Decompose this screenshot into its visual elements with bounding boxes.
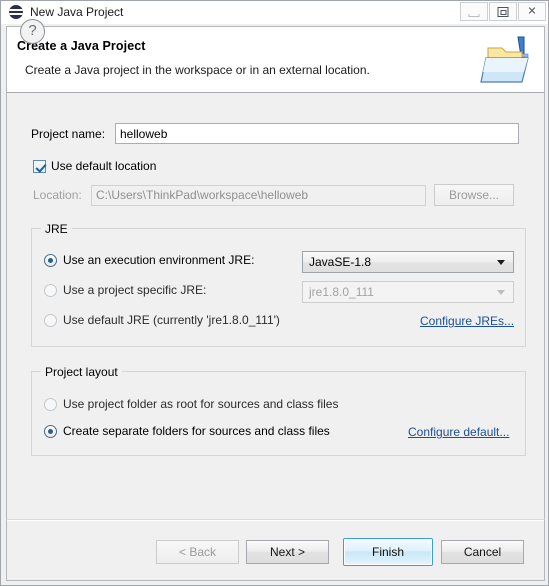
execution-environment-value: JavaSE-1.8 <box>309 255 372 269</box>
next-button[interactable]: Next > <box>246 540 329 564</box>
java-project-folder-icon <box>480 36 529 83</box>
jre-group-title: JRE <box>41 222 72 236</box>
jre-option-project-specific[interactable]: Use a project specific JRE: <box>44 283 206 297</box>
project-specific-jre-combo: jre1.8.0_111 <box>302 281 514 303</box>
location-input <box>91 184 426 206</box>
layout-option-separate-folders[interactable]: Create separate folders for sources and … <box>44 424 330 438</box>
maximize-icon <box>497 6 509 17</box>
window-title: New Java Project <box>30 5 124 19</box>
help-button[interactable]: ? <box>20 19 45 44</box>
close-button[interactable]: ✕ <box>518 2 546 21</box>
page-description: Create a Java project in the workspace o… <box>25 63 370 77</box>
project-layout-group-title: Project layout <box>41 365 122 379</box>
chevron-down-icon-disabled <box>497 289 505 295</box>
browse-button: Browse... <box>434 184 514 206</box>
chevron-down-icon <box>497 259 505 265</box>
jre-default-label: Use default JRE (currently 'jre1.8.0_111… <box>63 313 280 327</box>
new-java-project-dialog: New Java Project ✕ Create a Java Project… <box>0 0 549 586</box>
dialog-banner: Create a Java Project Create a Java proj… <box>6 26 545 93</box>
title-bar-left: New Java Project <box>9 4 123 20</box>
layout-project-folder-radio[interactable] <box>44 397 57 411</box>
close-icon: ✕ <box>527 5 537 17</box>
jre-execution-environment-radio[interactable] <box>44 253 57 267</box>
layout-project-folder-label: Use project folder as root for sources a… <box>63 397 339 411</box>
jre-group: JRE Use an execution environment JRE: Ja… <box>31 222 526 347</box>
location-row: Location: Browse... <box>33 184 514 206</box>
jre-default-radio[interactable] <box>44 313 57 327</box>
jre-option-execution-environment[interactable]: Use an execution environment JRE: <box>44 253 254 267</box>
project-name-row: Project name: <box>31 123 519 144</box>
title-bar: New Java Project ✕ <box>1 1 548 24</box>
layout-separate-folders-label: Create separate folders for sources and … <box>63 424 330 438</box>
project-name-input[interactable] <box>115 123 519 144</box>
back-button: < Back <box>156 540 239 564</box>
location-label: Location: <box>33 188 82 202</box>
eclipse-icon <box>9 5 23 19</box>
use-default-location-row[interactable]: Use default location <box>33 159 156 173</box>
execution-environment-combo[interactable]: JavaSE-1.8 <box>302 251 514 273</box>
footer-separator <box>7 520 544 521</box>
project-layout-group: Project layout Use project folder as roo… <box>31 365 526 456</box>
window-controls: ✕ <box>459 2 546 21</box>
use-default-location-label: Use default location <box>51 159 157 173</box>
dialog-body: Project name: Use default location Locat… <box>6 93 545 519</box>
minimize-button[interactable] <box>460 2 488 21</box>
layout-separate-folders-radio[interactable] <box>44 424 57 438</box>
jre-execution-environment-label: Use an execution environment JRE: <box>63 253 255 267</box>
project-name-label: Project name: <box>31 126 106 141</box>
jre-option-default[interactable]: Use default JRE (currently 'jre1.8.0_111… <box>44 313 280 327</box>
minimize-icon <box>468 13 480 17</box>
cancel-button[interactable]: Cancel <box>441 540 524 564</box>
configure-jres-link[interactable]: Configure JREs... <box>420 314 514 328</box>
jre-project-specific-radio[interactable] <box>44 283 57 297</box>
finish-button[interactable]: Finish <box>343 538 433 566</box>
maximize-button[interactable] <box>489 2 517 21</box>
project-specific-jre-value: jre1.8.0_111 <box>309 285 374 299</box>
use-default-location-checkbox[interactable] <box>33 159 46 173</box>
configure-default-link[interactable]: Configure default... <box>408 425 509 439</box>
layout-option-project-folder-root[interactable]: Use project folder as root for sources a… <box>44 397 338 411</box>
jre-project-specific-label: Use a project specific JRE: <box>63 283 207 297</box>
